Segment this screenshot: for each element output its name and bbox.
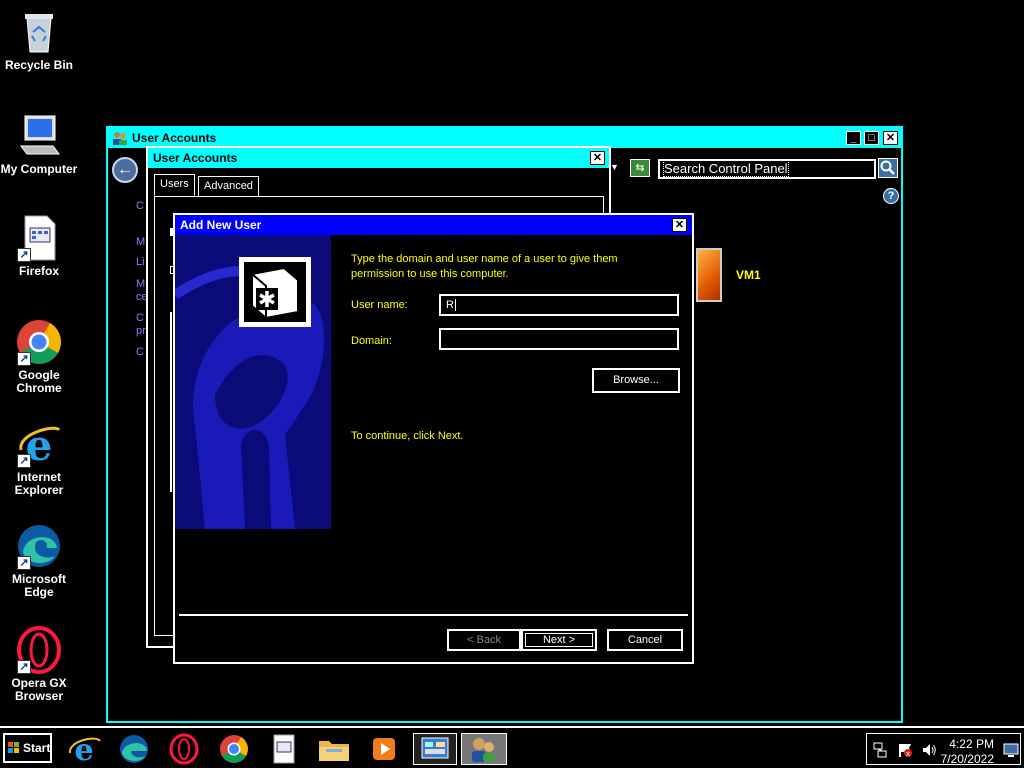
task-link-fragment[interactable]: C [136, 346, 144, 358]
action-center-flag-icon[interactable]: x [897, 742, 913, 758]
desktop-icon-microsoft-edge[interactable]: ↗ Microsoft Edge [0, 522, 78, 599]
wizard-separator [179, 614, 688, 616]
account-name: VM1 [736, 268, 761, 282]
minimize-button[interactable]: _ [846, 131, 861, 145]
desktop-icon-internet-explorer[interactable]: e ↗ Internet Explorer [0, 420, 78, 497]
users-icon [113, 132, 127, 145]
desktop-icon-label: My Computer [0, 162, 78, 176]
taskbar-edge-icon[interactable] [116, 733, 152, 765]
wizard-banner-image: ✱ [175, 235, 331, 529]
browse-button[interactable]: Browse... [592, 368, 680, 393]
computer-icon [15, 112, 63, 160]
task-link-fragment[interactable]: Li [136, 256, 145, 268]
account-picture [696, 248, 722, 302]
close-button[interactable]: ✕ [883, 131, 898, 145]
window-title: Add New User [180, 218, 262, 232]
username-input[interactable]: R [439, 294, 679, 316]
taskbar: Start e x 4:22 PM 7/20/2022 [0, 726, 1024, 768]
desktop-icon-label: Google Chrome [16, 368, 62, 395]
search-icon[interactable] [878, 158, 898, 178]
window-title: User Accounts [153, 151, 238, 165]
desktop-icon-label: Opera GX Browser [11, 676, 67, 703]
task-link-fragment[interactable]: M [136, 236, 145, 248]
opera-gx-icon: ↗ [15, 626, 63, 674]
desktop-icon-label: Firefox [18, 264, 59, 278]
refresh-icon[interactable]: ⇆ [630, 159, 650, 177]
task-link-fragment[interactable]: C [136, 312, 144, 324]
taskbar-control-panel-icon[interactable] [413, 733, 457, 765]
domain-input[interactable] [439, 328, 679, 350]
chrome-icon: ↗ [15, 318, 63, 366]
svg-text:✱: ✱ [258, 288, 276, 313]
start-button[interactable]: Start [3, 733, 52, 763]
next-button[interactable]: Next > [521, 629, 597, 651]
back-button[interactable]: < Back [447, 629, 521, 651]
maximize-button[interactable]: □ [864, 131, 879, 145]
recycle-bin-icon [15, 8, 63, 56]
help-icon[interactable]: ? [883, 188, 899, 204]
taskbar-opera-icon[interactable] [166, 733, 202, 765]
tab-advanced[interactable]: Advanced [198, 176, 259, 196]
desktop-icon-label: Microsoft Edge [12, 572, 66, 599]
document-icon: ↗ [15, 214, 63, 262]
add-new-user-dialog: Add New User ✕ ✱ Type the domain and use… [173, 213, 694, 664]
taskbar-chrome-icon[interactable] [216, 733, 252, 765]
show-desktop-icon[interactable] [1003, 742, 1019, 758]
system-tray: x 4:22 PM 7/20/2022 [866, 733, 1021, 766]
taskbar-internet-explorer-icon[interactable]: e [66, 733, 102, 768]
cancel-button[interactable]: Cancel [607, 629, 683, 651]
taskbar-user-accounts-icon[interactable] [461, 733, 507, 765]
taskbar-file-explorer-icon[interactable] [316, 733, 352, 765]
window-title: User Accounts [132, 131, 217, 145]
back-arrow-icon[interactable]: ← [112, 157, 138, 183]
close-button[interactable]: ✕ [590, 151, 605, 165]
tab-users[interactable]: Users [154, 174, 195, 196]
task-link-fragment[interactable]: C [136, 200, 144, 212]
clock-date[interactable]: 7/20/2022 [941, 752, 994, 766]
edge-icon: ↗ [15, 522, 63, 570]
desktop-icon-my-computer[interactable]: My Computer [0, 112, 78, 176]
volume-icon[interactable] [921, 742, 937, 758]
user-accounts-titlebar[interactable]: User Accounts [148, 148, 609, 168]
desktop-icon-label: Internet Explorer [14, 470, 64, 497]
shortcut-arrow-icon: ↗ [17, 352, 31, 366]
desktop-icon-opera-gx[interactable]: ↗ Opera GX Browser [0, 626, 78, 703]
add-new-user-titlebar[interactable]: Add New User [175, 215, 692, 235]
network-icon[interactable] [873, 742, 887, 758]
domain-label: Domain: [351, 335, 392, 347]
windows-logo-icon [8, 742, 19, 753]
clock-time[interactable]: 4:22 PM [949, 737, 994, 751]
control-panel-titlebar[interactable]: User Accounts [108, 128, 901, 148]
shortcut-arrow-icon: ↗ [17, 248, 31, 262]
taskbar-document-icon[interactable] [266, 733, 302, 765]
dropdown-chevron-icon[interactable]: ▼ [610, 162, 619, 172]
shortcut-arrow-icon: ↗ [17, 556, 31, 570]
shortcut-arrow-icon: ↗ [17, 660, 31, 674]
svg-text:x: x [906, 750, 910, 758]
add-user-icon: ✱ [239, 257, 311, 327]
internet-explorer-icon: e ↗ [15, 420, 63, 470]
desktop-icon-recycle-bin[interactable]: Recycle Bin [0, 8, 78, 72]
shortcut-arrow-icon: ↗ [17, 454, 31, 468]
task-link-fragment[interactable]: pr [136, 325, 146, 337]
desktop-icon-firefox[interactable]: ↗ Firefox [0, 214, 78, 278]
username-label: User name: [351, 299, 408, 311]
search-input[interactable]: Search Control Panel [658, 159, 876, 179]
desktop-icon-label: Recycle Bin [4, 58, 74, 72]
desktop-icon-google-chrome[interactable]: ↗ Google Chrome [0, 318, 78, 395]
taskbar-media-player-icon[interactable] [366, 733, 402, 765]
continue-hint: To continue, click Next. [351, 430, 464, 442]
close-button[interactable]: ✕ [672, 218, 687, 232]
wizard-instructions: Type the domain and user name of a user … [351, 253, 618, 280]
task-link-fragment[interactable]: M [136, 278, 145, 290]
